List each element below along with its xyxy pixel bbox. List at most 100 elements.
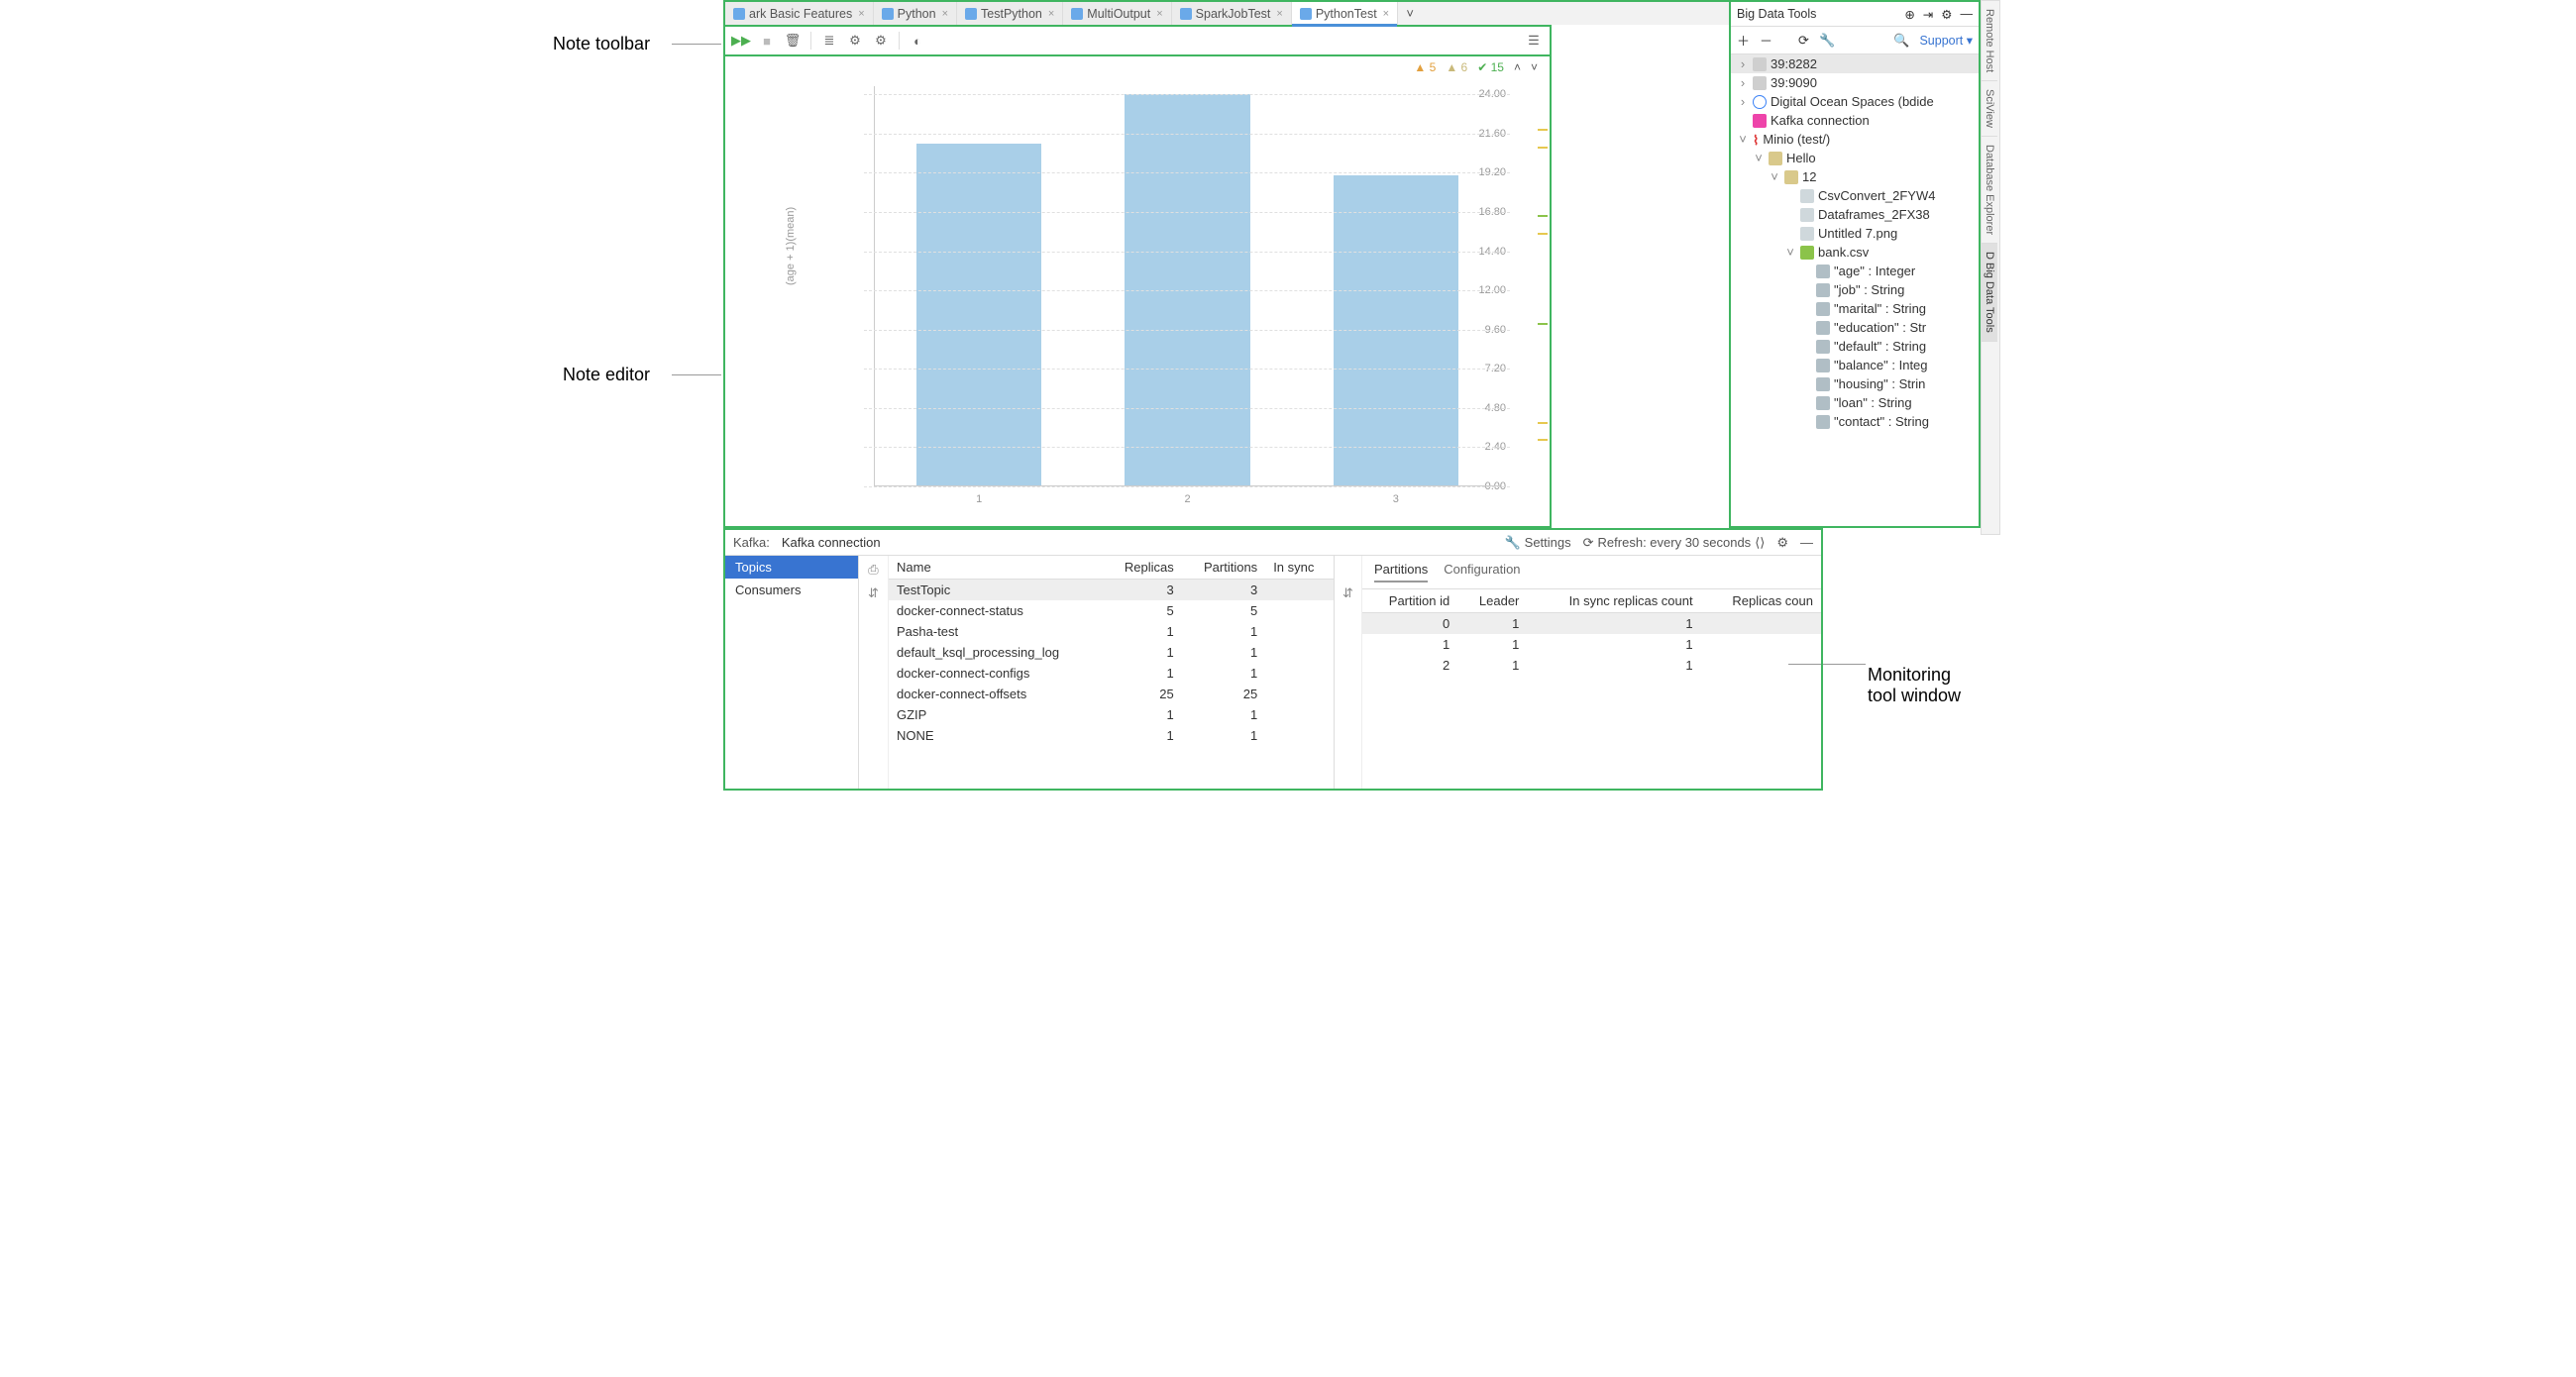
chevron-up-icon[interactable]: ˄ — [1514, 60, 1521, 74]
trash-icon[interactable]: 🗑 — [785, 33, 801, 49]
close-icon[interactable]: × — [1156, 8, 1162, 20]
editor-tab[interactable]: TestPython× — [957, 2, 1063, 25]
kafka-connection-name[interactable]: Kafka connection — [782, 535, 881, 550]
table-row[interactable]: docker-connect-configs11 — [889, 663, 1334, 684]
tool-rail-item[interactable]: SciView — [1982, 81, 1997, 137]
editor-minimap[interactable] — [1538, 86, 1548, 516]
gear-icon[interactable]: ⚙ — [873, 33, 889, 49]
xtick-label: 3 — [1393, 493, 1399, 505]
tree-node[interactable]: "balance" : Integ — [1731, 356, 1979, 374]
tree-node[interactable]: "marital" : String — [1731, 299, 1979, 318]
editor-tab[interactable]: PythonTest× — [1292, 2, 1398, 25]
gear-icon[interactable]: ⚙ — [1941, 7, 1952, 22]
sliders-icon[interactable]: ⚙ — [847, 33, 863, 49]
column-header[interactable]: Partitions — [1182, 556, 1265, 580]
tool-rail-item[interactable]: D Big Data Tools — [1982, 244, 1997, 342]
target-icon[interactable]: ⊕ — [1904, 7, 1914, 22]
remove-icon[interactable]: － — [1760, 31, 1772, 50]
close-icon[interactable]: × — [1383, 8, 1389, 20]
table-row[interactable]: 011 — [1362, 613, 1821, 635]
search-icon[interactable]: 🔍 — [1893, 33, 1909, 49]
tree-node[interactable]: Kafka connection — [1731, 111, 1979, 130]
tree-twisty-icon[interactable]: ˅ — [1737, 132, 1749, 147]
bdt-tree[interactable]: ›39:8282›39:9090›Digital Ocean Spaces (b… — [1731, 54, 1979, 526]
minimize-icon[interactable]: — — [1800, 535, 1813, 550]
tree-twisty-icon[interactable]: ˅ — [1784, 245, 1796, 260]
tree-node[interactable]: CsvConvert_2FYW4 — [1731, 186, 1979, 205]
refresh-icon[interactable]: ⟳ — [1798, 33, 1809, 49]
kafka-sidebar-item[interactable]: Consumers — [725, 579, 858, 601]
tree-node[interactable]: "job" : String — [1731, 280, 1979, 299]
tree-node[interactable]: Untitled 7.png — [1731, 224, 1979, 243]
close-icon[interactable]: × — [942, 8, 948, 20]
table-row[interactable]: TestTopic33 — [889, 580, 1334, 601]
column-header[interactable]: Replicas — [1104, 556, 1182, 580]
tree-node[interactable]: "contact" : String — [1731, 412, 1979, 431]
list-icon[interactable]: ≣ — [821, 33, 837, 49]
stop-icon[interactable]: ■ — [759, 33, 775, 49]
close-icon[interactable]: × — [1048, 8, 1054, 20]
tabs-overflow-icon[interactable]: ˅ — [1398, 2, 1422, 25]
column-header[interactable]: In sync — [1265, 556, 1334, 580]
gear-icon[interactable]: ⚙ — [1776, 535, 1788, 551]
sort-icon[interactable]: ⇵ — [1342, 585, 1353, 601]
close-icon[interactable]: × — [858, 8, 864, 20]
column-header[interactable]: Replicas coun — [1701, 589, 1821, 613]
tree-node[interactable]: Dataframes_2FX38 — [1731, 205, 1979, 224]
close-icon[interactable]: × — [1276, 8, 1282, 20]
add-icon[interactable]: ＋ — [1737, 31, 1750, 50]
column-header[interactable]: Leader — [1457, 589, 1527, 613]
table-row[interactable]: GZIP11 — [889, 704, 1334, 725]
wrench-icon[interactable]: 🔧 — [1819, 33, 1835, 49]
tool-rail-item[interactable]: Database Explorer — [1982, 137, 1997, 244]
inspection-status[interactable]: ▲ 5 ▲ 6 ✔ 15 ˄ ˅ — [1414, 60, 1538, 74]
minimize-icon[interactable]: — — [1961, 7, 1974, 21]
column-header[interactable]: In sync replicas count — [1527, 589, 1700, 613]
table-row[interactable]: docker-connect-status55 — [889, 600, 1334, 621]
tree-twisty-icon[interactable]: › — [1737, 56, 1749, 71]
tree-node[interactable]: "education" : Str — [1731, 318, 1979, 337]
globe-icon[interactable]: ◐ — [910, 33, 925, 49]
kafka-sidebar-item[interactable]: Topics — [725, 556, 858, 579]
tree-node[interactable]: "loan" : String — [1731, 393, 1979, 412]
tree-twisty-icon[interactable]: › — [1737, 94, 1749, 109]
table-row[interactable]: 111 — [1362, 634, 1821, 655]
editor-tab[interactable]: Python× — [874, 2, 957, 25]
table-row[interactable]: docker-connect-offsets2525 — [889, 684, 1334, 704]
column-header[interactable]: Name — [889, 556, 1104, 580]
tree-twisty-icon[interactable]: › — [1737, 75, 1749, 90]
table-row[interactable]: NONE11 — [889, 725, 1334, 746]
detail-tab[interactable]: Configuration — [1444, 562, 1520, 583]
table-row[interactable]: default_ksql_processing_log11 — [889, 642, 1334, 663]
table-row[interactable]: 211 — [1362, 655, 1821, 676]
detail-tab[interactable]: Partitions — [1374, 562, 1428, 583]
columns-icon[interactable]: ⎙ — [868, 562, 878, 578]
tree-node[interactable]: ›Digital Ocean Spaces (bdide — [1731, 92, 1979, 111]
tree-node[interactable]: ˅12 — [1731, 167, 1979, 186]
editor-tab[interactable]: MultiOutput× — [1063, 2, 1171, 25]
column-header[interactable]: Partition id — [1362, 589, 1457, 613]
tree-twisty-icon[interactable]: ˅ — [1769, 169, 1780, 184]
sort-icon[interactable]: ⇵ — [868, 585, 879, 601]
support-link[interactable]: Support ▾ — [1919, 33, 1973, 48]
layout-icon[interactable]: ☰ — [1526, 33, 1542, 49]
tree-node[interactable]: ˅⌇Minio (test/) — [1731, 130, 1979, 149]
table-row[interactable]: Pasha-test11 — [889, 621, 1334, 642]
collapse-icon[interactable]: ⇥ — [1923, 7, 1933, 22]
tree-twisty-icon[interactable]: ˅ — [1753, 151, 1765, 165]
tree-node[interactable]: "age" : Integer — [1731, 262, 1979, 280]
tree-node[interactable]: ˅bank.csv — [1731, 243, 1979, 262]
tree-node[interactable]: ˅Hello — [1731, 149, 1979, 167]
kafka-refresh-button[interactable]: ⟳Refresh: every 30 seconds⟨⟩ — [1583, 535, 1766, 551]
tree-node[interactable]: ›39:8282 — [1731, 54, 1979, 73]
run-all-icon[interactable]: ▶▶ — [733, 33, 749, 49]
editor-tab[interactable]: ark Basic Features× — [725, 2, 874, 25]
file-icon — [1300, 8, 1312, 20]
editor-tab[interactable]: SparkJobTest× — [1172, 2, 1292, 25]
tree-node[interactable]: ›39:9090 — [1731, 73, 1979, 92]
tree-node[interactable]: "default" : String — [1731, 337, 1979, 356]
tree-node[interactable]: "housing" : Strin — [1731, 374, 1979, 393]
chevron-down-icon[interactable]: ˅ — [1531, 60, 1538, 74]
kafka-settings-button[interactable]: 🔧Settings — [1504, 535, 1570, 551]
tool-rail-item[interactable]: Remote Host — [1982, 1, 1997, 81]
